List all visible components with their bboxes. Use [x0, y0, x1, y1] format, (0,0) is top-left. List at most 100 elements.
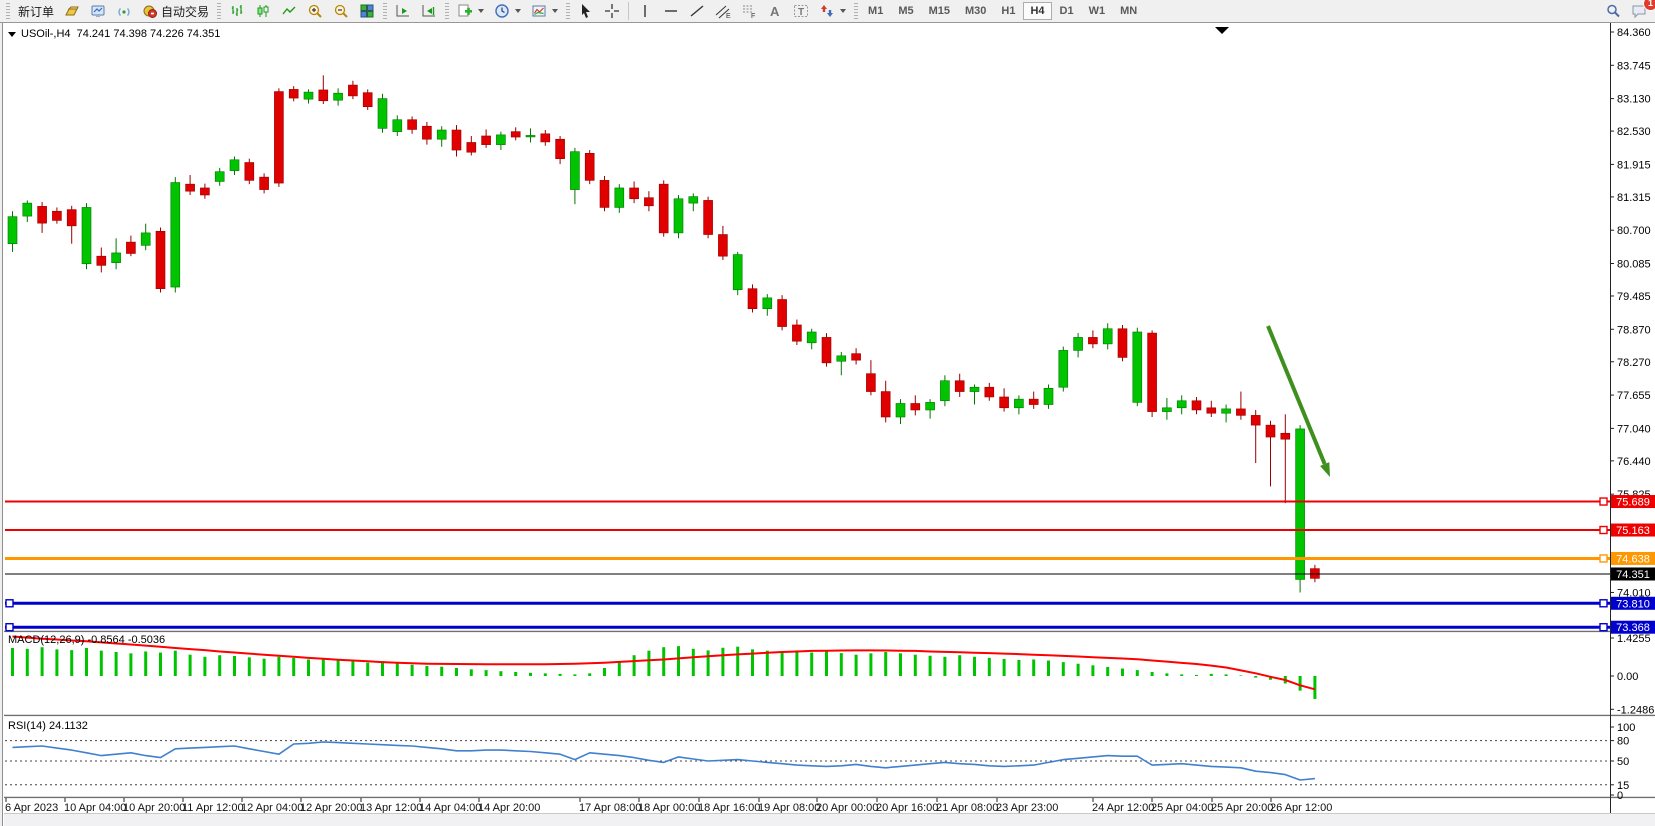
- candle-body[interactable]: [866, 374, 875, 392]
- candle-body[interactable]: [807, 332, 816, 343]
- line-handle[interactable]: [1600, 527, 1607, 534]
- candle-body[interactable]: [644, 198, 653, 206]
- candle-body[interactable]: [496, 135, 505, 145]
- candle-body[interactable]: [1222, 409, 1231, 413]
- candle-body[interactable]: [511, 132, 520, 137]
- candle-body[interactable]: [1044, 388, 1053, 404]
- text-label-tool-button[interactable]: T: [788, 0, 814, 22]
- crosshair-tool-button[interactable]: [599, 0, 625, 22]
- candle-body[interactable]: [274, 92, 283, 184]
- candlestick-type-button[interactable]: [250, 0, 276, 22]
- candle-body[interactable]: [348, 85, 357, 96]
- toolbar-grip[interactable]: [445, 3, 449, 19]
- candle-body[interactable]: [1014, 399, 1023, 408]
- candle-body[interactable]: [1281, 433, 1290, 439]
- candle-body[interactable]: [260, 177, 269, 189]
- candle-body[interactable]: [1059, 350, 1068, 387]
- timeframe-h4-button[interactable]: H4: [1023, 2, 1051, 20]
- candle-body[interactable]: [763, 298, 772, 309]
- candle-body[interactable]: [1177, 401, 1186, 408]
- trendline-tool-button[interactable]: [684, 0, 710, 22]
- candle-body[interactable]: [126, 242, 135, 253]
- timeframe-m15-button[interactable]: M15: [922, 2, 957, 20]
- chart-shift-button[interactable]: [416, 0, 442, 22]
- tile-windows-button[interactable]: [354, 0, 380, 22]
- candle-body[interactable]: [837, 356, 846, 361]
- equidistant-channel-tool-button[interactable]: E: [710, 0, 736, 22]
- toolbar-grip[interactable]: [566, 3, 570, 19]
- text-tool-button[interactable]: A: [762, 0, 788, 22]
- candle-body[interactable]: [186, 184, 195, 191]
- line-handle[interactable]: [1600, 498, 1607, 505]
- candle-body[interactable]: [585, 153, 594, 180]
- candle-body[interactable]: [304, 92, 313, 99]
- toolbar-grip[interactable]: [854, 3, 858, 19]
- candle-body[interactable]: [200, 188, 209, 195]
- toolbar-grip[interactable]: [6, 3, 10, 19]
- candle-body[interactable]: [289, 89, 298, 98]
- zoom-out-button[interactable]: [328, 0, 354, 22]
- candle-body[interactable]: [600, 180, 609, 207]
- candle-body[interactable]: [881, 392, 890, 417]
- candle-body[interactable]: [630, 188, 639, 199]
- candle-body[interactable]: [82, 207, 91, 263]
- candle-body[interactable]: [156, 231, 165, 288]
- candle-body[interactable]: [1103, 329, 1112, 344]
- fibonacci-tool-button[interactable]: F: [736, 0, 762, 22]
- market-watch-icon-button[interactable]: [85, 0, 111, 22]
- line-handle[interactable]: [1600, 555, 1607, 562]
- vertical-line-tool-button[interactable]: [632, 0, 658, 22]
- candle-body[interactable]: [718, 235, 727, 257]
- candle-body[interactable]: [689, 197, 698, 203]
- line-handle[interactable]: [6, 600, 13, 607]
- candle-body[interactable]: [1074, 337, 1083, 350]
- candle-body[interactable]: [482, 136, 491, 145]
- candle-body[interactable]: [955, 381, 964, 392]
- candle-body[interactable]: [659, 184, 668, 233]
- candle-body[interactable]: [1296, 429, 1305, 580]
- candle-body[interactable]: [141, 233, 150, 245]
- candle-body[interactable]: [1162, 408, 1171, 412]
- auto-trading-button[interactable]: 自动交易: [137, 0, 214, 22]
- candle-body[interactable]: [467, 142, 476, 152]
- bar-chart-type-button[interactable]: [224, 0, 250, 22]
- candle-body[interactable]: [1133, 332, 1142, 402]
- candle-body[interactable]: [97, 256, 106, 265]
- chart-window[interactable]: 84.36083.74583.13082.53081.91581.31580.7…: [0, 23, 1655, 826]
- candle-body[interactable]: [1118, 329, 1127, 358]
- gold-ingot-icon-button[interactable]: [59, 0, 85, 22]
- line-handle[interactable]: [1600, 600, 1607, 607]
- candle-body[interactable]: [334, 93, 343, 100]
- search-button[interactable]: [1600, 0, 1626, 22]
- candle-body[interactable]: [896, 403, 905, 417]
- candle-body[interactable]: [38, 206, 47, 223]
- line-handle[interactable]: [1600, 624, 1607, 631]
- candle-body[interactable]: [526, 135, 535, 137]
- cursor-tool-button[interactable]: [573, 0, 599, 22]
- candle-body[interactable]: [733, 255, 742, 290]
- candle-body[interactable]: [704, 200, 713, 234]
- candle-body[interactable]: [67, 210, 76, 226]
- candle-body[interactable]: [422, 126, 431, 139]
- signal-icon-button[interactable]: [111, 0, 137, 22]
- candle-body[interactable]: [8, 217, 17, 244]
- candle-body[interactable]: [748, 289, 757, 309]
- candle-body[interactable]: [556, 139, 565, 158]
- timeframe-m30-button[interactable]: M30: [958, 2, 993, 20]
- candle-body[interactable]: [852, 354, 861, 360]
- candle-body[interactable]: [970, 387, 979, 391]
- template-button[interactable]: [526, 0, 563, 22]
- timeframe-d1-button[interactable]: D1: [1053, 2, 1081, 20]
- candle-body[interactable]: [245, 163, 254, 181]
- candle-body[interactable]: [437, 130, 446, 139]
- candle-body[interactable]: [778, 300, 787, 327]
- candle-body[interactable]: [985, 387, 994, 397]
- candle-body[interactable]: [541, 134, 550, 142]
- candle-body[interactable]: [792, 325, 801, 341]
- candle-body[interactable]: [674, 199, 683, 233]
- arrows-tool-button[interactable]: [814, 0, 851, 22]
- candle-body[interactable]: [1088, 337, 1097, 343]
- zoom-in-button[interactable]: [302, 0, 328, 22]
- new-chart-button[interactable]: [452, 0, 489, 22]
- timeframe-w1-button[interactable]: W1: [1082, 2, 1113, 20]
